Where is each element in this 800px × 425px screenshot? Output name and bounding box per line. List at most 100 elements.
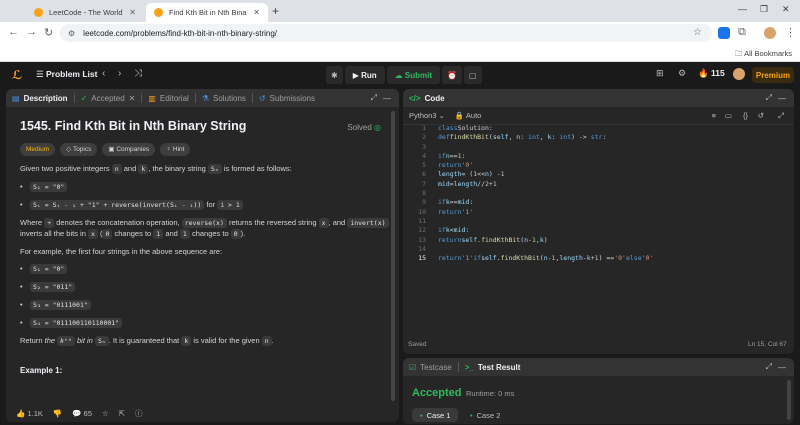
problem-list-button[interactable]: ☰ Problem List xyxy=(36,69,97,80)
tab-test-result[interactable]: >_ Test Result xyxy=(459,363,527,372)
user-avatar[interactable] xyxy=(733,68,745,80)
layout-icon[interactable]: ⊞ xyxy=(656,68,664,79)
run-label: Run xyxy=(361,70,377,80)
streak-counter[interactable]: 🔥 115 xyxy=(698,68,725,79)
expand-icon[interactable]: ⤢ xyxy=(766,362,772,372)
tab-leetcode-home[interactable]: LeetCode - The World's Leading ✕ xyxy=(26,3,144,22)
topics-chip[interactable]: ◇ Topics xyxy=(60,143,98,157)
rules-list: S₁ = "0" Sᵢ = Sᵢ ₋ ₁ + "1" + reverse(inv… xyxy=(20,182,390,211)
minimize-panel-icon[interactable]: — xyxy=(778,94,786,103)
code-tab[interactable]: </> Code xyxy=(403,94,451,103)
streak-count: 115 xyxy=(710,68,725,78)
back-icon[interactable]: ← xyxy=(8,26,19,38)
extension-icon[interactable] xyxy=(718,27,730,39)
minimize-panel-icon[interactable]: — xyxy=(383,94,391,103)
result-scrollbar[interactable] xyxy=(787,380,791,420)
leetcode-logo-icon[interactable]: ℒ xyxy=(12,68,24,82)
profile-avatar[interactable] xyxy=(764,27,776,39)
tab-testcase[interactable]: ☑ Testcase xyxy=(403,363,458,372)
new-tab-button[interactable]: + xyxy=(272,4,279,18)
tab-submissions[interactable]: ↺ Submissions xyxy=(253,94,321,103)
list-item: S₁ = "0" xyxy=(20,182,390,193)
reset-icon[interactable]: ↺ xyxy=(758,111,764,120)
inline-code: reverse(x) xyxy=(181,217,227,228)
tab-title: Find Kth Bit in Nth Binary String xyxy=(169,8,247,17)
timer-icon[interactable]: ⏰ xyxy=(441,66,462,84)
case-label: Case 2 xyxy=(476,410,501,420)
help-icon[interactable]: ⓘ xyxy=(135,408,143,419)
like-button[interactable]: 👍 1.1K xyxy=(16,409,43,418)
debug-icon[interactable]: ✱ xyxy=(326,66,343,84)
tab-label: Solutions xyxy=(212,93,246,103)
run-button[interactable]: ▶ Run xyxy=(344,66,385,84)
code-line: 9 if k == mid: xyxy=(410,198,790,207)
code-editor[interactable]: 1 class Solution: 2 def findKthBit(self, … xyxy=(410,124,790,263)
tab-description[interactable]: ▤ Description xyxy=(6,94,74,103)
bookmarks-bar: 🗀 All Bookmarks xyxy=(0,44,800,62)
editor-toolbar: Python3 ⌄ 🔒 Auto ≡ ▭ {} ↺ ⤢ xyxy=(403,107,794,125)
next-problem-icon[interactable]: › xyxy=(118,68,121,79)
hint-chip[interactable]: ♀ Hint xyxy=(160,143,191,157)
line-number: 11 xyxy=(418,216,426,225)
minimize-icon[interactable]: — xyxy=(738,4,747,14)
close-tab-icon[interactable]: ✕ xyxy=(253,8,260,17)
description-scrollbar[interactable] xyxy=(391,111,395,401)
reload-icon[interactable]: ↻ xyxy=(44,26,53,39)
notes-icon[interactable]: ▢ xyxy=(463,66,482,84)
run-toolbar: ✱ ▶ Run ☁ Submit ⏰ ▢ xyxy=(326,66,482,84)
auto-mode[interactable]: 🔒 Auto xyxy=(455,111,481,120)
inline-code: 0 xyxy=(230,228,241,239)
text: and xyxy=(165,228,178,238)
case-2-tab[interactable]: • Case 2 xyxy=(462,408,508,422)
format-icon[interactable]: ≡ xyxy=(712,111,716,120)
address-bar[interactable]: ⚙ leetcode.com/problems/find-kth-bit-in-… xyxy=(60,24,712,42)
companies-chip[interactable]: ▣ Companies xyxy=(102,143,156,157)
forward-icon[interactable]: → xyxy=(26,26,37,38)
dislike-icon[interactable]: 👎 xyxy=(53,409,62,418)
expand-icon[interactable]: ⤢ xyxy=(371,93,377,103)
text: the xyxy=(44,335,56,345)
inline-code: S₁ = "0" xyxy=(30,182,68,192)
extensions-puzzle-icon[interactable]: ⧉ xyxy=(738,26,746,39)
text: Where xyxy=(20,217,43,227)
tab-label: Editorial xyxy=(159,93,189,103)
bookmark-star-icon[interactable]: ☆ xyxy=(693,27,702,38)
prev-problem-icon[interactable]: ‹ xyxy=(102,68,105,79)
return-paragraph: Return the kᵗʰ bit in Sₙ. It is guarante… xyxy=(20,335,390,347)
dot-icon: • xyxy=(470,410,473,420)
chrome-menu-icon[interactable]: ⋮ xyxy=(785,26,796,39)
bookmark-icon[interactable]: ▭ xyxy=(725,111,732,120)
inline-code: i > 1 xyxy=(217,199,243,210)
share-icon[interactable]: ⇱ xyxy=(119,409,125,418)
favorite-star-icon[interactable]: ☆ xyxy=(102,409,109,418)
code-line: 10 return '1' xyxy=(410,208,790,217)
inline-code: x xyxy=(87,228,98,239)
comments-button[interactable]: 💬 65 xyxy=(72,409,92,418)
tab-accepted[interactable]: ✓ Accepted ✕ xyxy=(75,94,142,103)
shuffle-icon[interactable]: ⤨ xyxy=(134,68,142,79)
submit-button[interactable]: ☁ Submit xyxy=(386,66,440,84)
line-number: 10 xyxy=(418,207,426,216)
close-window-icon[interactable]: ✕ xyxy=(782,4,790,15)
site-info-icon[interactable]: ⚙ xyxy=(68,29,75,38)
code-line: 15 return '1' if self. findKthBit(n - 1, … xyxy=(410,254,790,263)
tab-solutions[interactable]: ⚗ Solutions xyxy=(196,94,252,103)
inline-code: 1 xyxy=(179,228,190,239)
expand-icon[interactable]: ⤢ xyxy=(766,93,772,103)
premium-button[interactable]: Premium xyxy=(752,67,794,83)
maximize-icon[interactable]: ❐ xyxy=(760,4,768,15)
fullscreen-icon[interactable]: ⤢ xyxy=(778,111,784,121)
settings-gear-icon[interactable]: ⚙ xyxy=(678,68,686,79)
all-bookmarks-button[interactable]: 🗀 All Bookmarks xyxy=(735,48,792,61)
close-tab-icon[interactable]: ✕ xyxy=(129,8,136,17)
like-count: 1.1K xyxy=(27,408,43,418)
tab-editorial[interactable]: ▥ Editorial xyxy=(142,94,194,103)
close-tab-icon[interactable]: ✕ xyxy=(129,94,136,103)
minimize-panel-icon[interactable]: — xyxy=(778,363,786,372)
example-1-heading: Example 1: xyxy=(20,365,63,375)
braces-icon[interactable]: {} xyxy=(743,111,748,120)
case-1-tab[interactable]: • Case 1 xyxy=(412,408,459,422)
list-item: S₁ = "0" xyxy=(20,264,390,275)
language-select[interactable]: Python3 ⌄ xyxy=(409,111,445,120)
tab-find-kth-bit[interactable]: Find Kth Bit in Nth Binary String ✕ xyxy=(146,3,268,22)
